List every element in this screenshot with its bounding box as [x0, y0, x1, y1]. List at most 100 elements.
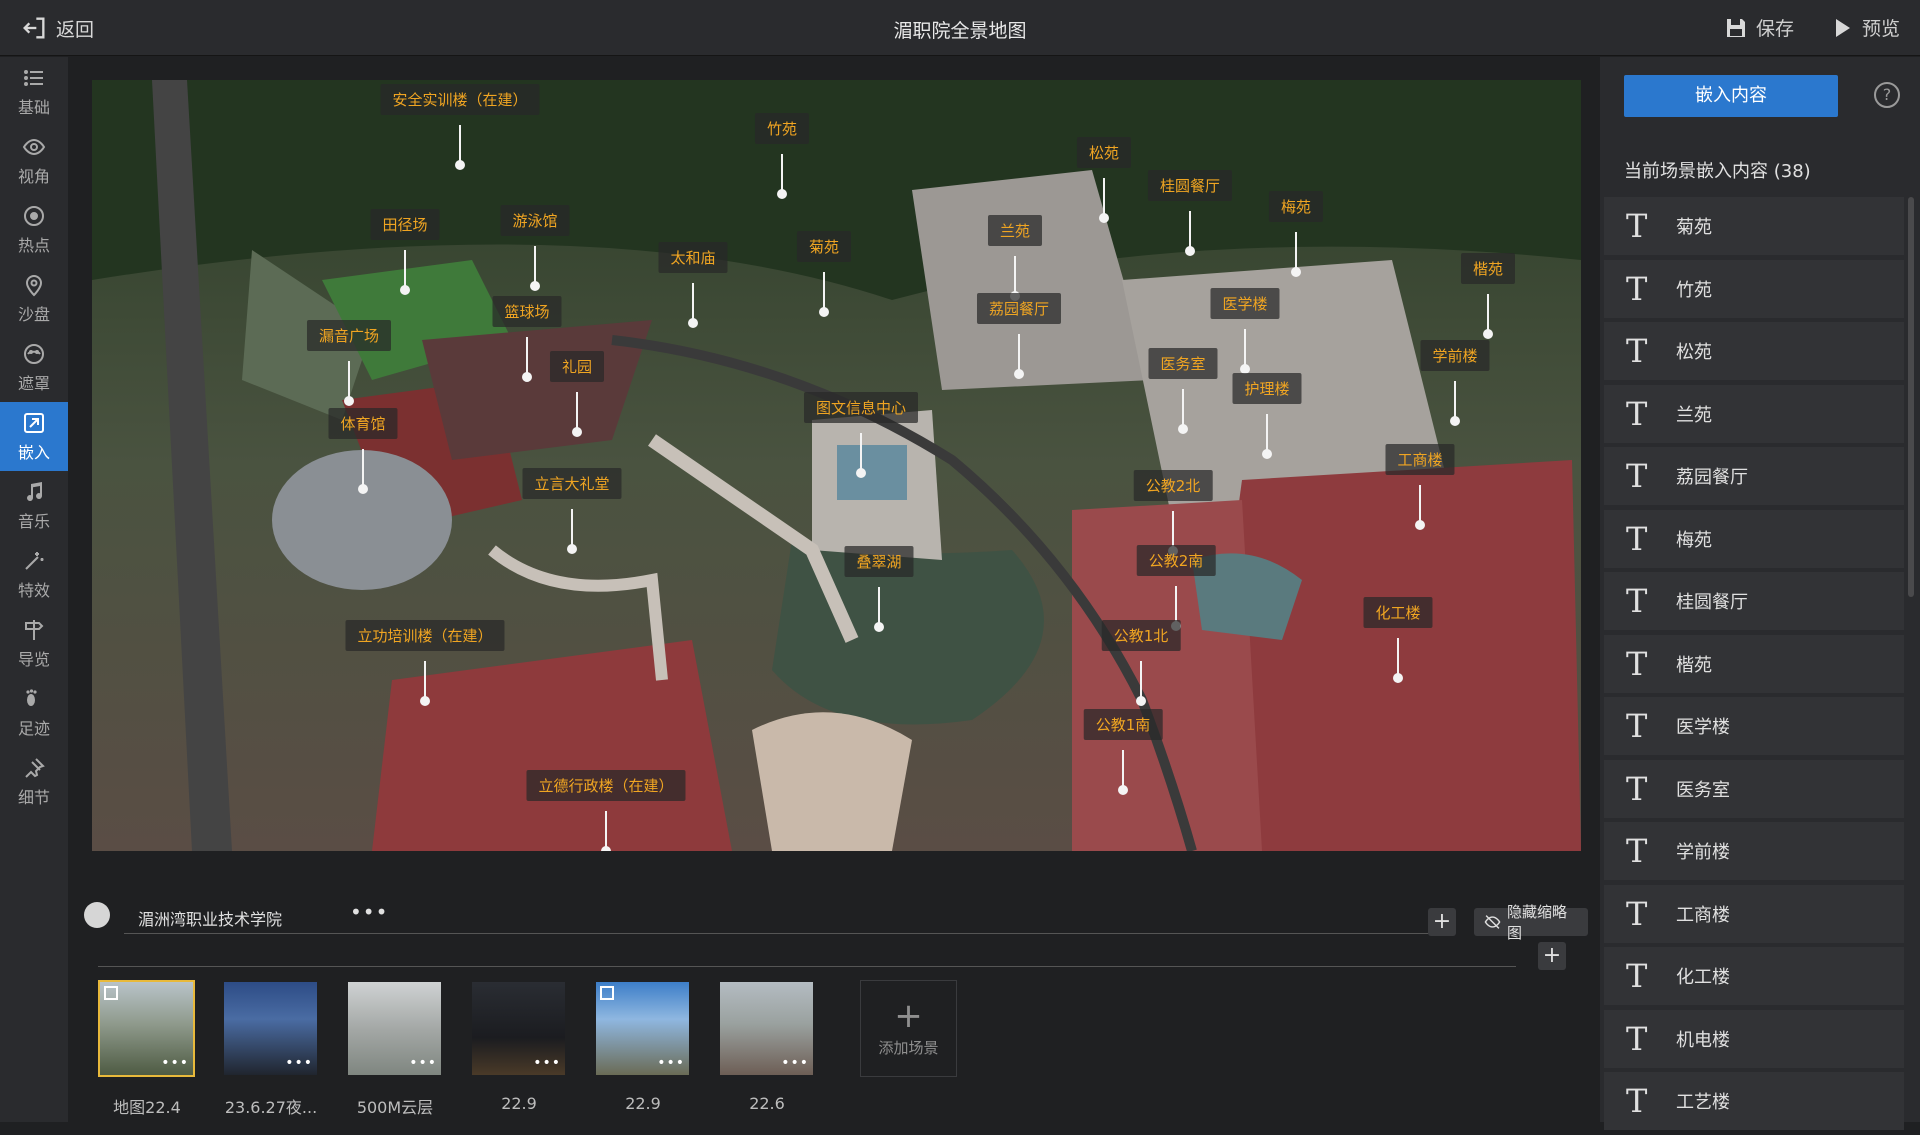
map-label[interactable]: 学前楼	[1420, 340, 1490, 371]
nav-item-music[interactable]: 音乐	[0, 471, 68, 540]
map-label[interactable]: 安全实训楼（在建）	[380, 84, 540, 115]
nav-item-effects[interactable]: 特效	[0, 540, 68, 609]
map-label[interactable]: 工商楼	[1385, 444, 1455, 475]
hotspot-pin[interactable]	[777, 154, 787, 199]
save-button[interactable]: 保存	[1724, 14, 1794, 41]
more-icon[interactable]: •••	[161, 1055, 189, 1071]
map-label[interactable]: 梅苑	[1268, 191, 1324, 222]
nav-item-basic[interactable]: 基础	[0, 57, 68, 126]
map-label[interactable]: 篮球场	[492, 296, 562, 327]
list-item[interactable]: T 兰苑	[1604, 384, 1904, 443]
list-item[interactable]: T 荔园餐厅	[1604, 447, 1904, 505]
list-item[interactable]: T 机电楼	[1604, 1009, 1904, 1068]
map-label[interactable]: 游泳馆	[500, 205, 570, 236]
nav-item-detail[interactable]: 细节	[0, 747, 68, 816]
panorama-viewport[interactable]: 安全实训楼（在建） 竹苑 松苑 桂圆餐厅 梅苑 田径场 游泳馆 太和庙 菊苑 兰…	[92, 80, 1581, 851]
scrollbar[interactable]	[1908, 197, 1914, 597]
list-item[interactable]: T 学前楼	[1604, 822, 1904, 880]
map-label[interactable]: 楷苑	[1460, 253, 1516, 284]
list-item[interactable]: T 楷苑	[1604, 634, 1904, 693]
help-icon[interactable]: ?	[1874, 82, 1900, 108]
hotspot-pin[interactable]	[1178, 389, 1188, 434]
map-label[interactable]: 公教1南	[1083, 709, 1163, 740]
map-label[interactable]: 礼园	[549, 351, 605, 382]
more-icon[interactable]: •••	[409, 1055, 437, 1071]
map-label[interactable]: 医学楼	[1210, 288, 1280, 319]
nav-item-guide[interactable]: 导览	[0, 609, 68, 678]
hotspot-pin[interactable]	[1118, 750, 1128, 795]
map-label[interactable]: 荔园餐厅	[976, 293, 1062, 324]
more-icon[interactable]: •••	[533, 1055, 561, 1071]
hotspot-pin[interactable]	[455, 125, 465, 170]
hotspot-pin[interactable]	[530, 246, 540, 291]
hotspot-pin[interactable]	[1136, 661, 1146, 706]
map-label[interactable]: 立德行政楼（在建）	[526, 770, 686, 801]
list-item[interactable]: T 松苑	[1604, 322, 1904, 380]
map-label[interactable]: 图文信息中心	[803, 392, 919, 423]
list-item[interactable]: T 菊苑	[1604, 197, 1904, 255]
scene-thumbnail[interactable]: •••	[594, 980, 691, 1077]
hotspot-pin[interactable]	[567, 509, 577, 554]
hotspot-pin[interactable]	[1415, 485, 1425, 530]
scene-thumbnail[interactable]: •••	[470, 980, 567, 1077]
list-item[interactable]: T 竹苑	[1604, 259, 1904, 318]
map-label[interactable]: 立功培训楼（在建）	[345, 620, 505, 651]
more-icon[interactable]: •••	[781, 1055, 809, 1071]
globe-icon[interactable]	[84, 902, 110, 928]
list-item[interactable]: T 化工楼	[1604, 947, 1904, 1005]
add-group-button[interactable]: +	[1428, 908, 1456, 936]
add-scene-plus-button[interactable]: +	[1538, 942, 1566, 970]
more-icon[interactable]: •••	[657, 1055, 685, 1071]
add-scene-button[interactable]: + 添加场景	[860, 980, 957, 1077]
hotspot-pin[interactable]	[344, 361, 354, 406]
map-label[interactable]: 竹苑	[754, 113, 810, 144]
map-label[interactable]: 公教2北	[1133, 470, 1213, 501]
hotspot-pin[interactable]	[819, 272, 829, 317]
hotspot-pin[interactable]	[358, 449, 368, 494]
nav-item-mask[interactable]: 遮罩	[0, 333, 68, 402]
map-label[interactable]: 化工楼	[1363, 597, 1433, 628]
hotspot-pin[interactable]	[856, 433, 866, 478]
map-label[interactable]: 桂圆餐厅	[1147, 170, 1233, 201]
scene-group-tab[interactable]: 湄洲湾职业技术学院 •••	[124, 894, 1442, 934]
scene-thumbnail[interactable]: •••	[718, 980, 815, 1077]
more-icon[interactable]: •••	[285, 1055, 313, 1071]
map-label[interactable]: 体育馆	[328, 408, 398, 439]
scene-thumbnail[interactable]: •••	[222, 980, 319, 1077]
map-label[interactable]: 漏音广场	[306, 320, 392, 351]
hotspot-pin[interactable]	[1450, 381, 1460, 426]
hotspot-pin[interactable]	[400, 250, 410, 295]
hotspot-pin[interactable]	[1010, 256, 1020, 301]
list-item[interactable]: T 工艺楼	[1604, 1072, 1904, 1130]
nav-item-view[interactable]: 视角	[0, 126, 68, 195]
list-item[interactable]: T 医务室	[1604, 759, 1904, 818]
scene-thumbnail[interactable]: •••	[98, 980, 195, 1077]
nav-item-footprint[interactable]: 足迹	[0, 678, 68, 747]
map-label[interactable]: 松苑	[1076, 137, 1132, 168]
preview-button[interactable]: 预览	[1830, 14, 1900, 41]
map-label[interactable]: 叠翠湖	[844, 546, 914, 577]
hotspot-pin[interactable]	[1099, 178, 1109, 223]
map-label[interactable]: 太和庙	[658, 242, 728, 273]
map-label[interactable]: 立言大礼堂	[522, 468, 622, 499]
nav-item-hotspot[interactable]: 热点	[0, 195, 68, 264]
list-item[interactable]: T 梅苑	[1604, 509, 1904, 568]
hotspot-pin[interactable]	[522, 337, 532, 382]
hotspot-pin[interactable]	[572, 392, 582, 437]
hotspot-pin[interactable]	[1240, 329, 1250, 374]
hotspot-pin[interactable]	[601, 811, 611, 851]
hotspot-pin[interactable]	[688, 283, 698, 328]
hotspot-pin[interactable]	[1262, 414, 1272, 459]
map-label[interactable]: 菊苑	[796, 231, 852, 262]
hotspot-pin[interactable]	[1014, 334, 1024, 379]
map-label[interactable]: 兰苑	[987, 215, 1043, 246]
embed-content-button[interactable]: 嵌入内容	[1624, 75, 1838, 117]
hotspot-pin[interactable]	[1393, 638, 1403, 683]
map-label[interactable]: 医务室	[1148, 348, 1218, 379]
scene-thumbnail[interactable]: •••	[346, 980, 443, 1077]
hotspot-pin[interactable]	[420, 661, 430, 706]
nav-item-embed[interactable]: 嵌入	[0, 402, 68, 471]
more-icon[interactable]: •••	[350, 900, 388, 924]
map-label[interactable]: 田径场	[370, 209, 440, 240]
nav-item-sandbox[interactable]: 沙盘	[0, 264, 68, 333]
